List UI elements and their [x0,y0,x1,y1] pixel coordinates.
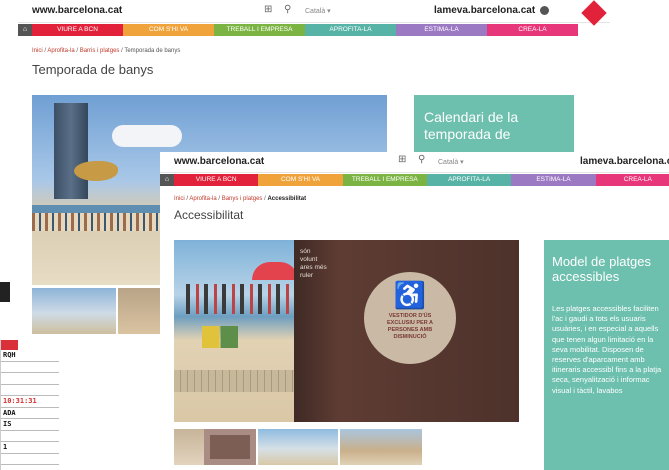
bins [202,326,238,348]
nav-com[interactable]: COM S'HI VA [258,174,343,186]
crumb-link[interactable]: Inici [32,48,43,54]
nav-crea[interactable]: CREA-LA [595,174,669,186]
search-icon[interactable]: ⚲ [284,4,291,15]
nav-com[interactable]: COM S'HI VA [123,24,214,36]
search-icon[interactable]: ⚲ [418,154,425,165]
accessible-beaches-panel: Model de platges accessibles Les platges… [544,240,669,470]
breadcrumb: Inici / Aprofita-la / Banys i platges / … [174,196,307,202]
panel-text: Les platges accessibles faciliten l'ac i… [552,304,662,395]
table-row: 10:31:31 [1,396,59,408]
nav-treball[interactable]: TREBALL I EMPRESA [342,174,427,186]
table-row: ADA [1,408,59,419]
crumb-link[interactable]: Banys i platges [222,196,263,202]
panel-title: Model de platges accessibles [552,254,652,284]
nav-aprofita[interactable]: APROFITA-LA [426,174,512,186]
fish-sculpture [74,161,118,181]
top-bar: www.barcelona.cat ⊞ ⚲ Català ▾ lameva.ba… [18,0,610,26]
main-nav: ⌂ VIURE A BCN COM S'HI VA TREBALL I EMPR… [18,24,578,36]
home-icon[interactable]: ⌂ [160,174,174,186]
table-row [1,431,59,442]
nav-viure[interactable]: VIURE A BCN [174,174,259,186]
calendar-panel-title: Calendari de la temporada de [424,109,519,142]
home-icon[interactable]: ⌂ [18,24,32,36]
top-bar: www.barcelona.cat ⊞ ⚲ Català ▾ lameva.ba… [160,152,669,173]
login-link[interactable]: lameva.barcelona.cat [434,5,535,16]
table-row: IS [1,419,59,431]
crumb-link[interactable]: Barris i platges [80,48,120,54]
beach-people [186,284,296,314]
breadcrumb: Inici / Aprofita-la / Barris i platges /… [32,48,181,54]
thumbnail[interactable] [258,429,338,465]
crumb-link[interactable]: Aprofita-la [189,196,216,202]
background-dark-strip [0,282,10,302]
nav-crea[interactable]: CREA-LA [487,24,578,36]
wooden-walkway [174,370,299,392]
site-logo[interactable]: www.barcelona.cat [32,5,122,16]
sign-text: VESTIDOR D'ÚS EXCLUSIU PER A PERSONES AM… [387,313,433,340]
wheelchair-icon: ♿ [393,280,427,310]
accessible-changing-room-photo: són volunt ares més ruler ♿ VESTIDOR D'Ú… [174,240,519,422]
thumbnail[interactable] [32,288,116,334]
page-title: Accessibilitat [174,208,244,222]
table-row [1,362,59,373]
browser-window-front: www.barcelona.cat ⊞ ⚲ Català ▾ lameva.ba… [160,152,669,470]
thumbnail[interactable] [204,429,256,465]
table-row: 1 [1,442,59,454]
site-logo[interactable]: www.barcelona.cat [174,156,264,167]
brand-badge-icon [581,0,607,26]
cloud [112,125,182,147]
crumb-current: Accessibilitat [267,196,307,202]
grid-icon[interactable]: ⊞ [398,154,406,165]
booth-side-text: són volunt ares més ruler [300,248,327,279]
thumbnail[interactable] [174,429,204,465]
grid-icon[interactable]: ⊞ [264,4,272,15]
crumb-link[interactable]: Inici [174,196,185,202]
user-icon[interactable] [540,6,549,15]
language-selector[interactable]: Català ▾ [305,7,331,15]
crumb-link[interactable]: Aprofita-la [47,48,74,54]
login-link[interactable]: lameva.barcelona.ca [580,156,669,167]
table-row [1,454,59,465]
umbrella [252,262,298,280]
main-nav: ⌂ VIURE A BCN COM S'HI VA TREBALL I EMPR… [160,174,669,186]
table-row [1,373,59,385]
page-title: Temporada de banys [32,62,154,77]
thumbnail[interactable] [340,429,422,465]
nav-aprofita[interactable]: APROFITA-LA [305,24,396,36]
nav-treball[interactable]: TREBALL I EMPRESA [214,24,305,36]
nav-estima[interactable]: ESTIMA-LA [511,174,596,186]
accessibility-sign: ♿ VESTIDOR D'ÚS EXCLUSIU PER A PERSONES … [364,272,456,364]
nav-estima[interactable]: ESTIMA-LA [396,24,487,36]
table-row [1,385,59,396]
nav-viure[interactable]: VIURE A BCN [32,24,123,36]
crumb-current: Temporada de banys [124,48,181,54]
hotel-tower [54,103,88,199]
language-selector[interactable]: Català ▾ [438,158,464,166]
changing-booth: són volunt ares més ruler ♿ VESTIDOR D'Ú… [294,240,519,422]
